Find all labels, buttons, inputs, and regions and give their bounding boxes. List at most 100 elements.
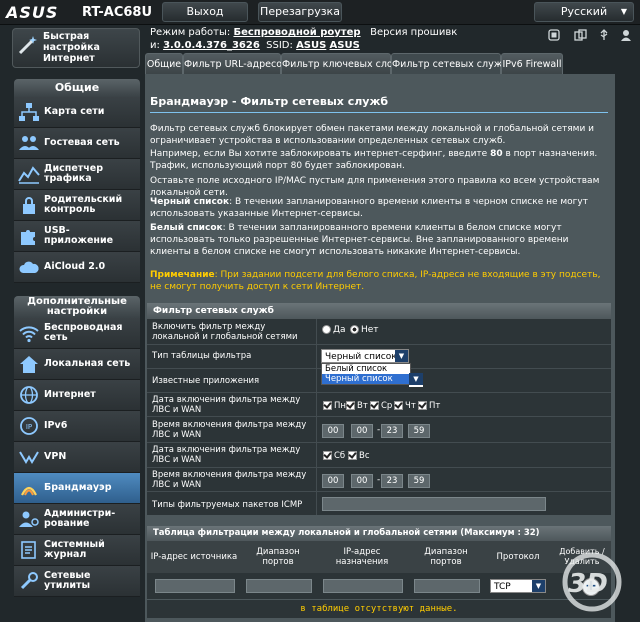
sidebar-item-guest-network[interactable]: Гостевая сеть [14,128,140,159]
sidebar-item-aicloud[interactable]: AiCloud 2.0 [14,252,140,283]
language-label: Русский [560,5,608,18]
user-icon[interactable] [620,29,634,41]
day-wed-checkbox[interactable]: Ср [370,401,392,411]
quick-setup-button[interactable]: Быстрая настройка Интернет [12,28,140,68]
tab-general[interactable]: Общие [145,53,183,75]
model-name: RT-AC68U [82,5,153,20]
days-weekend-label: Дата включения фильтра между ЛВС и WAN [152,445,301,465]
sidebar-item-administration[interactable]: Администри-рование [14,504,140,535]
tab-keyword-filter[interactable]: Фильтр ключевых слов [281,53,398,75]
time-weekend-label: Время включения фильтра между ЛВС и WAN [152,470,307,490]
column-protocol: Протокол [496,552,540,562]
day-thu-checkbox[interactable]: Чт [394,401,416,411]
sidebar-item-network-map[interactable]: Карта сети [14,97,140,128]
sidebar-item-label: Карта сети [44,106,105,117]
checkbox-checked [394,401,403,410]
checkbox-checked [323,451,332,460]
dropdown-option-blacklist[interactable]: Черный список [322,374,410,384]
day-sat-checkbox[interactable]: Сб [323,451,345,461]
sidebar-item-parental-control[interactable]: Родительский контроль [14,190,140,221]
row-divider [147,467,611,468]
vpn-icon [18,446,40,468]
day-mon-checkbox[interactable]: Пн [323,401,346,411]
destination-port-input[interactable] [414,579,480,593]
sidebar-item-firewall[interactable]: Брандмауэр [14,473,140,504]
sidebar-item-usb-app[interactable]: USB-приложение [14,221,140,252]
mode-link[interactable]: Беспроводной роутер [233,27,360,38]
tools-icon [18,570,40,592]
info-line-1: Режим работы: Беспроводной роутер Версия… [150,27,457,38]
time1-end-minute[interactable]: 59 [408,424,430,438]
time1-start-hour[interactable]: 00 [322,424,344,438]
protocol-select[interactable]: TCP ▼ [490,579,546,593]
day-sun-checkbox[interactable]: Вс [348,451,370,461]
dropdown-option-whitelist[interactable]: Белый список [322,364,410,374]
tab-ipv6-firewall[interactable]: IPv6 Firewall [501,53,563,75]
time2-end-minute[interactable]: 59 [408,474,430,488]
chevron-down-icon: ▼ [395,350,408,362]
firewall-icon [18,477,40,499]
column-destination-port: Диапазон портов [424,547,468,567]
sidebar-item-label: IPv6 [44,420,68,431]
copy-icon[interactable] [574,29,588,41]
enable-yes-radio[interactable]: Да [322,325,346,335]
table-type-select[interactable]: Черный список ▼ [321,349,409,363]
checkbox-checked [370,401,379,410]
enable-no-radio[interactable]: Нет [350,325,379,335]
app-icon[interactable] [548,29,562,41]
tab-network-services-filter[interactable]: Фильтр сетевых служб [391,53,508,75]
destination-ip-input[interactable] [323,579,403,593]
ssid-link-2[interactable]: ASUS [330,40,360,51]
sidebar-item-traffic-manager[interactable]: Диспетчер трафика [14,159,140,190]
cloud-icon [18,256,40,278]
time2-start-hour[interactable]: 00 [322,474,344,488]
chevron-down-icon: ▼ [532,580,545,592]
time2-end-hour[interactable]: 23 [381,474,403,488]
sidebar-item-internet[interactable]: Интернет [14,380,140,411]
network-map-icon [18,101,40,123]
language-select[interactable]: Русский ▼ [534,2,634,22]
checkbox-checked [346,401,355,410]
row-divider [147,344,611,345]
reboot-button[interactable]: Перезагрузка [258,2,342,22]
traffic-chart-icon [18,163,40,185]
column-destination-ip: IP-адрес назначения [335,547,389,567]
sidebar-item-network-tools[interactable]: Сетевые утилиты [14,566,140,597]
time2-start-minute[interactable]: 00 [351,474,373,488]
time1-start-minute[interactable]: 00 [351,424,373,438]
source-ip-input[interactable] [155,579,235,593]
logout-button[interactable]: Выход [162,2,248,22]
known-apps-label: Известные приложения [152,376,260,386]
checkbox-checked [348,451,357,460]
description-1: Фильтр сетевых служб блокирует обмен пак… [150,124,595,146]
sidebar-item-label: Системный журнал [44,539,105,560]
sidebar-item-vpn[interactable]: VPN [14,442,140,473]
firmware-label-suffix: и: [150,40,160,51]
time1-end-hour[interactable]: 23 [381,424,403,438]
description-2: Например, если Вы хотите заблокировать и… [150,149,598,171]
sidebar-item-lan[interactable]: Локальная сеть [14,349,140,380]
ssid-link-1[interactable]: ASUS [296,40,326,51]
sidebar-item-ipv6[interactable]: IP IPv6 [14,411,140,442]
usb-icon[interactable] [598,29,612,41]
section-general: Общие [14,79,140,97]
firmware-link[interactable]: 3.0.0.4.376_3626 [163,40,260,51]
source-port-input[interactable] [246,579,312,593]
rules-table-header: Таблица фильтрации между локальной и гло… [147,526,611,541]
chevron-down-icon: ▼ [620,7,627,16]
enable-filter-label: Включить фильтр между локальной и глобал… [152,322,298,342]
day-tue-checkbox[interactable]: Вт [346,401,368,411]
firmware-label: Версия прошивк [370,27,458,38]
day-fri-checkbox[interactable]: Пт [418,401,440,411]
sidebar-item-system-log[interactable]: Системный журнал [14,535,140,566]
whitelist-description: Белый список: В течении запланированного… [150,223,569,257]
sidebar-item-label: Беспроводная сеть [44,322,123,343]
guest-network-icon [18,132,40,154]
puzzle-icon [18,225,40,247]
tab-url-filter[interactable]: Фильтр URL-адресов [183,53,288,75]
icmp-input[interactable] [322,497,546,511]
known-apps-select[interactable]: ▼ [409,373,423,387]
sidebar-item-wireless[interactable]: Беспроводная сеть [14,318,140,349]
row-divider [147,392,611,393]
table-type-dropdown: Белый список Черный список [321,363,411,385]
